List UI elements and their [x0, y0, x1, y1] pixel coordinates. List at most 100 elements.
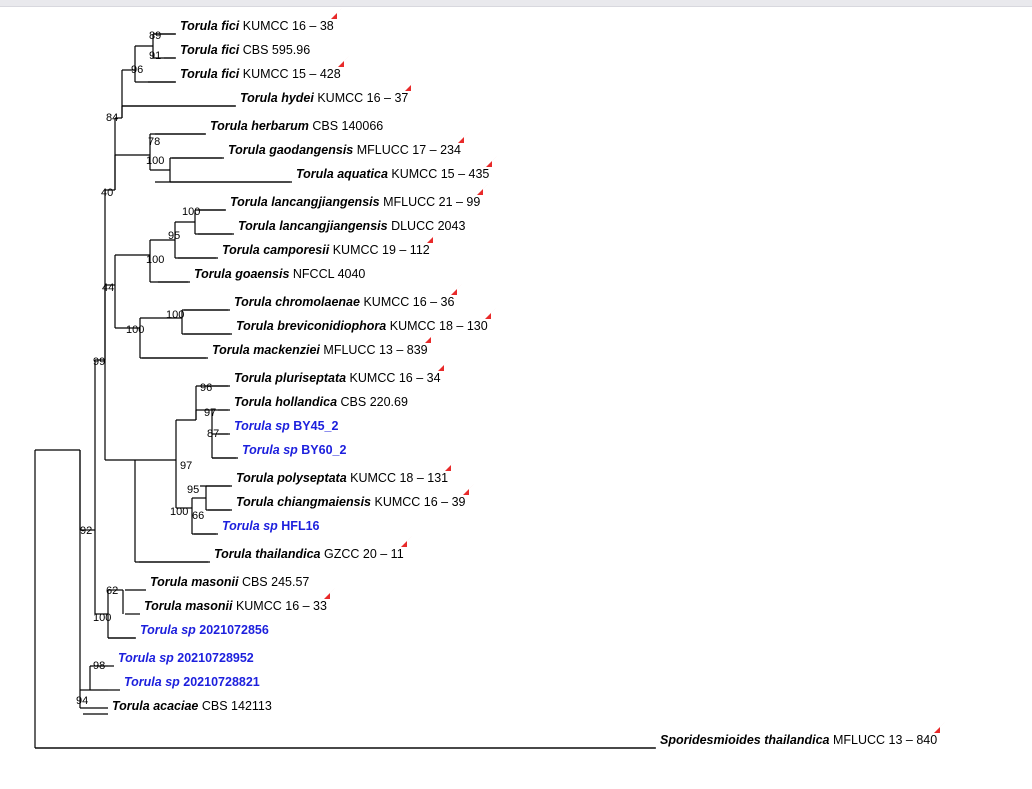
taxon-label: Sporidesmioides thailandica MFLUCC 13 – …	[660, 734, 937, 748]
taxon-strain: MFLUCC 13 – 839	[323, 343, 427, 357]
bootstrap-value: 95	[187, 484, 199, 496]
taxon-strain: CBS 220.69	[341, 395, 408, 409]
taxon-label: Torula herbarum CBS 140066	[210, 120, 383, 134]
taxon-species: Torula breviconidiophora	[236, 319, 386, 333]
bootstrap-value: 100	[146, 155, 164, 167]
taxon-species: Torula hydei	[240, 91, 314, 105]
highlight-arrow-icon	[335, 54, 351, 70]
taxon-strain: MFLUCC 17 – 234	[357, 143, 461, 157]
bootstrap-value: 100	[126, 324, 144, 336]
taxon-label: Torula breviconidiophora KUMCC 18 – 130	[236, 320, 488, 334]
highlight-arrow-icon	[482, 306, 498, 322]
taxon-strain: BY45_2	[293, 419, 338, 433]
taxon-strain: KUMCC 16 – 37	[317, 91, 408, 105]
bootstrap-value: 44	[102, 282, 114, 294]
taxon-species: Torula fici	[180, 43, 239, 57]
taxon-strain: KUMCC 18 – 130	[390, 319, 488, 333]
taxon-strain: 20210728952	[177, 651, 253, 665]
taxon-strain: 20210728821	[183, 675, 259, 689]
taxon-strain: CBS 142113	[202, 699, 272, 713]
bootstrap-value: 98	[93, 660, 105, 672]
taxon-label: Torula masonii CBS 245.57	[150, 576, 309, 590]
taxon-strain: KUMCC 15 – 435	[391, 167, 489, 181]
bootstrap-value: 87	[207, 428, 219, 440]
highlight-arrow-icon	[442, 458, 458, 474]
highlight-arrow-icon	[448, 282, 464, 298]
taxon-strain: KUMCC 16 – 34	[350, 371, 441, 385]
bootstrap-value: 100	[170, 506, 188, 518]
taxon-label: Torula pluriseptata KUMCC 16 – 34	[234, 372, 441, 386]
highlight-arrow-icon	[474, 182, 490, 198]
highlight-arrow-icon	[435, 358, 451, 374]
bootstrap-value: 96	[200, 382, 212, 394]
highlight-arrow-icon	[402, 78, 418, 94]
bootstrap-value: 92	[80, 525, 92, 537]
taxon-label: Torula fici KUMCC 16 – 38	[180, 20, 334, 34]
taxon-species: Torula masonii	[150, 575, 238, 589]
taxon-species: Torula pluriseptata	[234, 371, 346, 385]
taxon-species: Torula chromolaenae	[234, 295, 360, 309]
bootstrap-value: 100	[182, 206, 200, 218]
highlight-arrow-icon	[422, 330, 438, 346]
bootstrap-value: 91	[149, 50, 161, 62]
taxon-label: Torula sp 20210728821	[124, 676, 260, 690]
taxon-strain: 2021072856	[199, 623, 269, 637]
taxon-strain: HFL16	[281, 519, 319, 533]
taxon-strain: KUMCC 16 – 33	[236, 599, 327, 613]
taxon-species: Torula polyseptata	[236, 471, 347, 485]
taxon-label: Torula camporesii KUMCC 19 – 112	[222, 244, 430, 258]
taxon-label: Torula hydei KUMCC 16 – 37	[240, 92, 408, 106]
highlight-arrow-icon	[455, 130, 471, 146]
taxon-label: Torula sp 20210728952	[118, 652, 254, 666]
bootstrap-value: 62	[106, 585, 118, 597]
taxon-species: Torula sp	[140, 623, 196, 637]
taxon-species: Torula hollandica	[234, 395, 337, 409]
taxon-species: Torula goaensis	[194, 267, 289, 281]
taxon-species: Torula gaodangensis	[228, 143, 353, 157]
taxon-species: Torula thailandica	[214, 547, 321, 561]
bootstrap-value: 99	[93, 356, 105, 368]
taxon-strain: MFLUCC 21 – 99	[383, 195, 480, 209]
bootstrap-value: 78	[148, 136, 160, 148]
taxon-strain: KUMCC 15 – 428	[243, 67, 341, 81]
taxon-species: Torula sp	[234, 419, 290, 433]
bootstrap-value: 100	[93, 612, 111, 624]
highlight-arrow-icon	[321, 586, 337, 602]
taxon-strain: KUMCC 18 – 131	[350, 471, 448, 485]
taxon-species: Torula sp	[242, 443, 298, 457]
taxon-label: Torula fici KUMCC 15 – 428	[180, 68, 341, 82]
bootstrap-value: 40	[101, 187, 113, 199]
taxon-strain: KUMCC 19 – 112	[333, 243, 430, 257]
highlight-arrow-icon	[424, 230, 440, 246]
bootstrap-value: 96	[131, 64, 143, 76]
highlight-arrow-icon	[483, 154, 499, 170]
taxon-species: Torula sp	[118, 651, 174, 665]
bootstrap-value: 95	[168, 230, 180, 242]
taxon-species: Torula acaciae	[112, 699, 198, 713]
taxon-label: Torula thailandica GZCC 20 – 11	[214, 548, 404, 562]
taxon-strain: MFLUCC 13 – 840	[833, 733, 937, 747]
taxon-label: Torula goaensis NFCCL 4040	[194, 268, 365, 282]
taxon-label: Torula hollandica CBS 220.69	[234, 396, 408, 410]
highlight-arrow-icon	[460, 482, 476, 498]
taxon-label: Torula sp HFL16	[222, 520, 319, 534]
taxon-label: Torula sp 2021072856	[140, 624, 269, 638]
highlight-arrow-icon	[931, 720, 947, 736]
taxon-species: Torula herbarum	[210, 119, 309, 133]
taxon-species: Torula lancangjiangensis	[238, 219, 388, 233]
taxon-strain: NFCCL 4040	[293, 267, 366, 281]
bootstrap-value: 97	[180, 460, 192, 472]
bootstrap-value: 84	[106, 112, 118, 124]
taxon-species: Torula fici	[180, 19, 239, 33]
taxon-species: Torula sp	[124, 675, 180, 689]
taxon-label: Torula sp BY60_2	[242, 444, 346, 458]
taxon-label: Torula masonii KUMCC 16 – 33	[144, 600, 327, 614]
taxon-strain: CBS 245.57	[242, 575, 309, 589]
bootstrap-value: 97	[204, 407, 216, 419]
taxon-species: Torula mackenziei	[212, 343, 320, 357]
highlight-arrow-icon	[328, 6, 344, 22]
taxon-label: Torula mackenziei MFLUCC 13 – 839	[212, 344, 428, 358]
taxon-strain: KUMCC 16 – 38	[243, 19, 334, 33]
taxon-strain: BY60_2	[301, 443, 346, 457]
taxon-species: Torula fici	[180, 67, 239, 81]
